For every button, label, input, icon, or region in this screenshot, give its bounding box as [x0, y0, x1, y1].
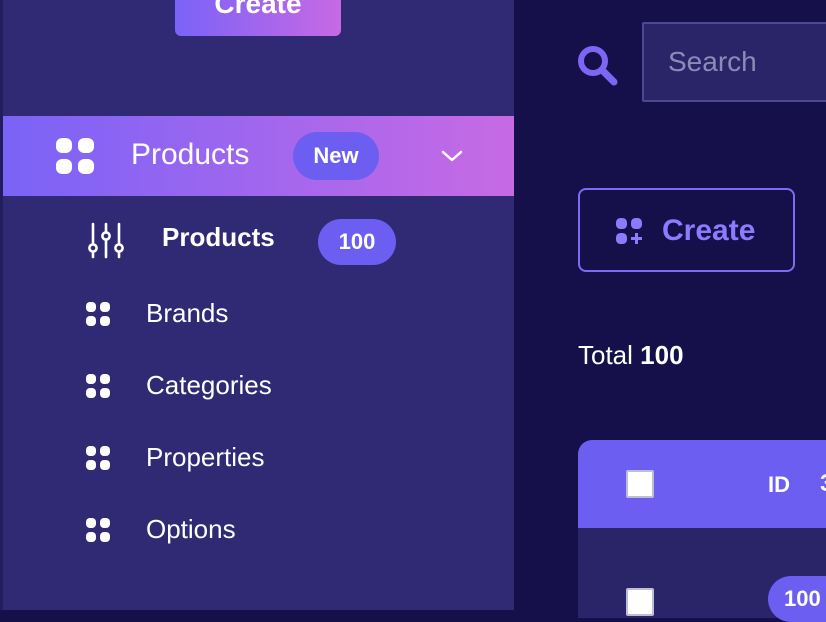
sidebar-item-label: Properties	[146, 442, 265, 472]
total-value: 100	[640, 340, 684, 370]
grid-icon	[86, 518, 110, 542]
row-checkbox[interactable]	[626, 588, 654, 616]
search-input[interactable]	[642, 22, 826, 102]
sidebar: Create Products New Products 100 Brands …	[0, 0, 514, 610]
sidebar-item-label: Options	[146, 514, 236, 544]
grid-icon	[86, 446, 110, 470]
column-header-partial[interactable]: 3	[820, 470, 826, 498]
sidebar-item-products[interactable]: Products 100	[0, 206, 514, 266]
sidebar-item-label: Products	[162, 222, 275, 252]
sidebar-create-button[interactable]: Create	[175, 0, 341, 36]
sidebar-group-products[interactable]: Products New	[3, 116, 514, 196]
row-id-badge: 100	[768, 576, 826, 622]
count-badge: 100	[318, 219, 396, 265]
grid-icon	[86, 374, 110, 398]
select-all-checkbox[interactable]	[626, 470, 654, 498]
column-header-id[interactable]: ID	[768, 472, 790, 498]
sidebar-item-properties[interactable]: Properties	[0, 426, 514, 486]
sidebar-group-label: Products	[131, 138, 250, 171]
total-count: Total 100	[578, 340, 684, 371]
sidebar-item-label: Categories	[146, 370, 272, 400]
search-icon[interactable]	[576, 44, 620, 88]
grid-icon	[56, 138, 94, 174]
chevron-down-icon[interactable]	[440, 146, 464, 166]
create-button-label: Create	[662, 214, 756, 247]
sidebar-item-categories[interactable]: Categories	[0, 354, 514, 414]
grid-plus-icon	[616, 218, 643, 245]
total-label: Total	[578, 340, 633, 370]
grid-icon	[86, 302, 110, 326]
sidebar-item-options[interactable]: Options	[0, 498, 514, 558]
table-header: ID 3	[578, 440, 826, 528]
table-row[interactable]: 100	[578, 528, 826, 622]
new-badge: New	[293, 132, 379, 180]
create-button[interactable]: Create	[578, 188, 795, 272]
sidebar-create-label: Create	[214, 0, 302, 19]
sidebar-item-brands[interactable]: Brands	[0, 282, 514, 342]
sliders-icon	[88, 222, 124, 259]
sidebar-item-label: Brands	[146, 298, 229, 328]
